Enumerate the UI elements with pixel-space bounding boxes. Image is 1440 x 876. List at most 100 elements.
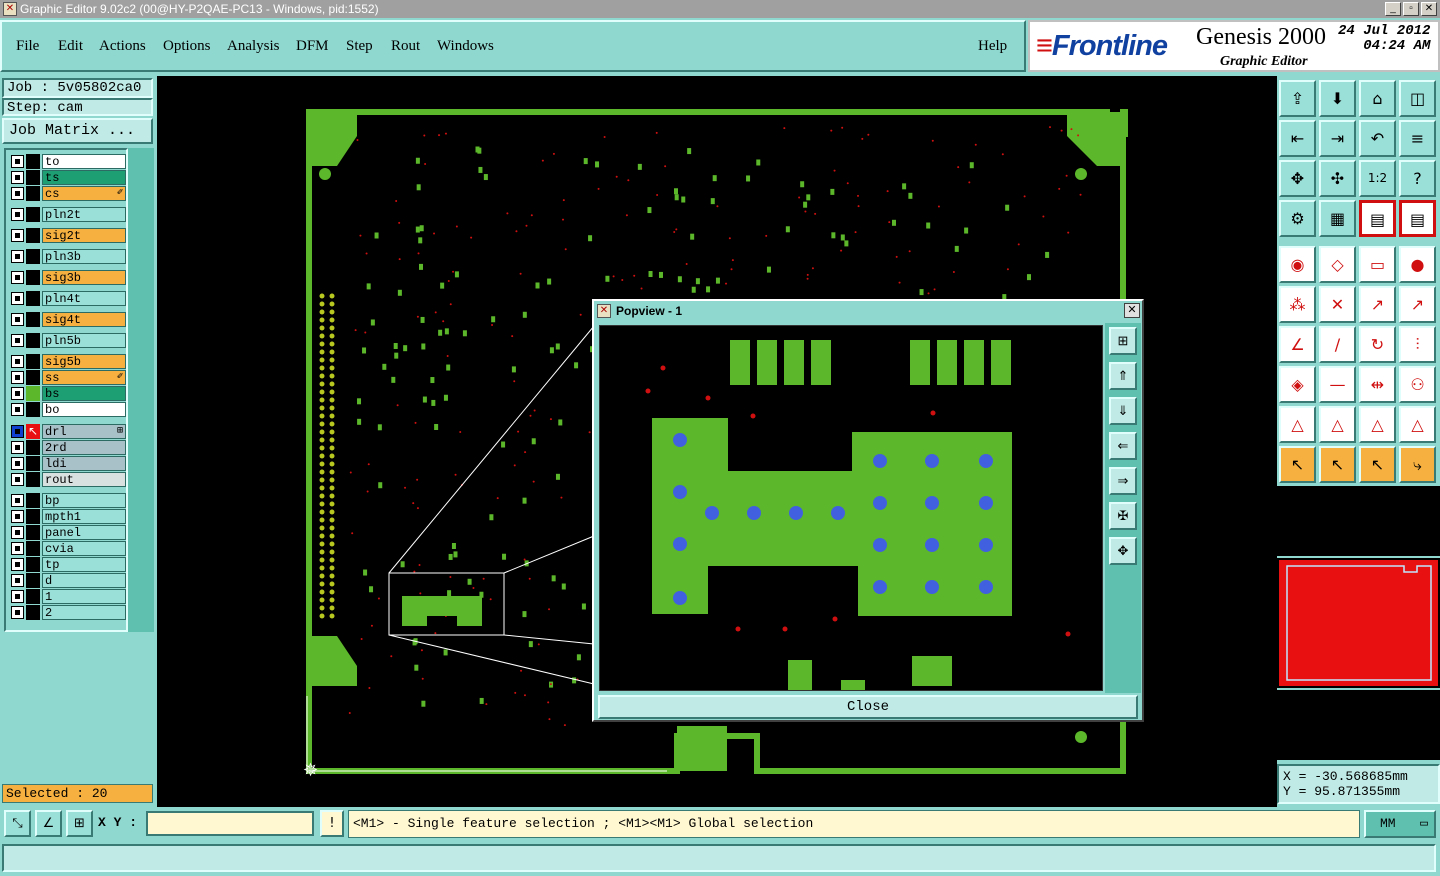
pan-left-icon[interactable]: ⇤	[1279, 120, 1316, 157]
layer-name[interactable]: sig2t	[42, 228, 126, 243]
menu-help[interactable]: Help	[978, 38, 1007, 55]
layer-name[interactable]: rout	[42, 472, 126, 487]
overview-map[interactable]	[1277, 558, 1440, 688]
tri3-icon[interactable]: △	[1359, 406, 1396, 443]
layer-name[interactable]: pln3b	[42, 249, 126, 264]
popview-pan-left-icon[interactable]: ⇐	[1109, 432, 1137, 460]
layer-color-swatch[interactable]	[26, 207, 40, 222]
menu-edit[interactable]: Edit	[58, 38, 83, 55]
layer-color-swatch[interactable]	[26, 509, 40, 524]
home-icon[interactable]: ⌂	[1359, 80, 1396, 117]
layer-row-rout[interactable]: rout	[8, 472, 126, 487]
layer-scrollbar[interactable]	[128, 148, 154, 632]
layer-color-swatch[interactable]	[26, 440, 40, 455]
job-matrix-button[interactable]: Job Matrix ...	[2, 118, 153, 144]
angle-icon[interactable]: ∠	[1279, 326, 1316, 363]
info-icon[interactable]: !	[320, 810, 344, 837]
select2-icon[interactable]: ↖	[1319, 446, 1356, 483]
center-icon[interactable]: ✣	[1319, 160, 1356, 197]
move-icon[interactable]: ↗	[1359, 286, 1396, 323]
grid-snap-icon[interactable]: ⊞	[66, 810, 93, 837]
popview-canvas[interactable]	[599, 325, 1103, 691]
layer-row-cvia[interactable]: cvia	[8, 541, 126, 556]
units-select[interactable]: MM ▭	[1364, 810, 1436, 838]
layer-name[interactable]: pln5b	[42, 333, 126, 348]
menu-actions[interactable]: Actions	[99, 38, 146, 55]
layer-row-pln2t[interactable]: pln2t	[8, 207, 126, 222]
layer-checkbox[interactable]	[11, 355, 24, 368]
layer-checkbox[interactable]	[11, 558, 24, 571]
layer-color-swatch[interactable]	[26, 154, 40, 169]
layer-row-drl[interactable]: ↖ drl ⊞	[8, 424, 126, 439]
measure-icon[interactable]: ▭	[1359, 246, 1396, 283]
layer-name[interactable]: ss ✐	[42, 370, 126, 385]
layer-name[interactable]: mpth1	[42, 509, 126, 524]
layer-color-swatch[interactable]	[26, 228, 40, 243]
layer-checkbox[interactable]	[11, 250, 24, 263]
node-icon[interactable]: ◈	[1279, 366, 1316, 403]
layer-name[interactable]: 2rd	[42, 440, 126, 455]
layer-name[interactable]: to	[42, 154, 126, 169]
connect-icon[interactable]: ⁂	[1279, 286, 1316, 323]
menu-options[interactable]: Options	[163, 38, 211, 55]
popview-fit-icon[interactable]: ✠	[1109, 502, 1137, 530]
layer-row-1[interactable]: 1	[8, 589, 126, 604]
popview-zoom-icon[interactable]: ⊞	[1109, 327, 1137, 355]
layer-checkbox[interactable]	[11, 208, 24, 221]
menu-file[interactable]: File	[16, 38, 39, 55]
layer-checkbox[interactable]	[11, 334, 24, 347]
layer-name[interactable]: 2	[42, 605, 126, 620]
layer-color-icon[interactable]: ▤	[1359, 200, 1396, 237]
layer-row-2[interactable]: 2	[8, 605, 126, 620]
layer-checkbox[interactable]	[11, 590, 24, 603]
layer-checkbox[interactable]	[11, 526, 24, 539]
layer-color-swatch[interactable]	[26, 456, 40, 471]
tri4-icon[interactable]: △	[1399, 406, 1436, 443]
select-net-icon[interactable]: ⤷	[1399, 446, 1436, 483]
pan-right-icon[interactable]: ⇥	[1319, 120, 1356, 157]
layer-color-swatch[interactable]	[26, 386, 40, 401]
arc-icon[interactable]: ↻	[1359, 326, 1396, 363]
layer-checkbox[interactable]	[11, 271, 24, 284]
layer-checkbox[interactable]	[11, 371, 24, 384]
line-icon[interactable]: /	[1319, 326, 1356, 363]
measure-angle-icon[interactable]: ∠	[35, 810, 62, 837]
close-window-icon[interactable]: ✕	[1421, 2, 1437, 16]
layer-checkbox[interactable]	[11, 510, 24, 523]
layer-checkbox[interactable]	[11, 171, 24, 184]
split-view-icon[interactable]: ◫	[1399, 80, 1436, 117]
layer-name[interactable]: cs ✐	[42, 186, 126, 201]
menu-dfm[interactable]: DFM	[296, 38, 329, 55]
popview-pan-up-icon[interactable]: ⇑	[1109, 362, 1137, 390]
layer-color-swatch[interactable]	[26, 589, 40, 604]
xy-input[interactable]	[146, 811, 314, 836]
popview-pan-down-icon[interactable]: ⇓	[1109, 397, 1137, 425]
layer-row-panel[interactable]: panel	[8, 525, 126, 540]
layer-checkbox[interactable]	[11, 292, 24, 305]
layer-row-bs[interactable]: bs	[8, 386, 126, 401]
move2-icon[interactable]: ↗	[1399, 286, 1436, 323]
layer-row-sig5b[interactable]: sig5b	[8, 354, 126, 369]
layer-color-swatch[interactable]	[26, 333, 40, 348]
layer-row-bp[interactable]: bp	[8, 493, 126, 508]
popview-pan-right-icon[interactable]: ⇒	[1109, 467, 1137, 495]
zoom-select-icon[interactable]: ⬇	[1319, 80, 1356, 117]
cross-icon[interactable]: ✕	[1319, 286, 1356, 323]
zoom-window-icon[interactable]: ⤡	[4, 810, 31, 837]
fit-icon[interactable]: ✥	[1279, 160, 1316, 197]
layer-color-swatch[interactable]	[26, 493, 40, 508]
layer-row-tp[interactable]: tp	[8, 557, 126, 572]
layer-name[interactable]: ldi	[42, 456, 126, 471]
tri-icon[interactable]: △	[1279, 406, 1316, 443]
layer-checkbox[interactable]	[11, 403, 24, 416]
select3-icon[interactable]: ↖	[1359, 446, 1396, 483]
layer-row-ts[interactable]: ts	[8, 170, 126, 185]
layer-name[interactable]: panel	[42, 525, 126, 540]
add-line-icon[interactable]: ◇	[1319, 246, 1356, 283]
layer-name[interactable]: pln4t	[42, 291, 126, 306]
layer-checkbox[interactable]	[11, 187, 24, 200]
layer-color-swatch[interactable]	[26, 186, 40, 201]
zoom-home-icon[interactable]: ⇪	[1279, 80, 1316, 117]
layer-color2-icon[interactable]: ▤	[1399, 200, 1436, 237]
break-icon[interactable]: ⫶	[1399, 326, 1436, 363]
